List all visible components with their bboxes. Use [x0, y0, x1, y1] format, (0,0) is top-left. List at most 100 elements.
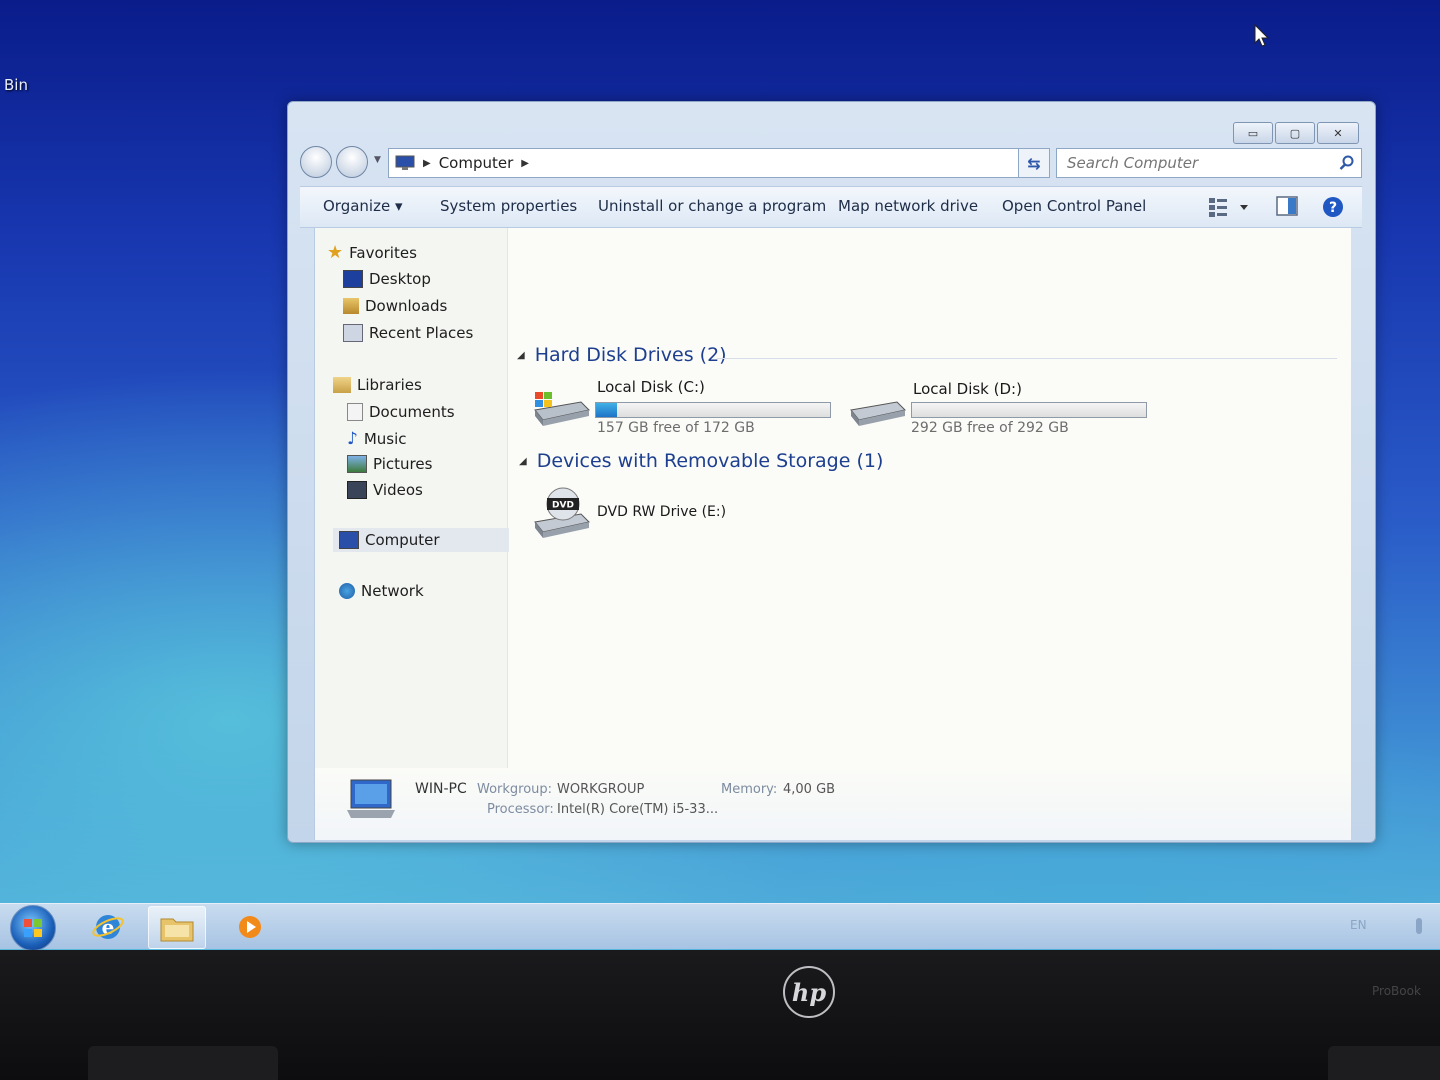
nav-pictures-label: Pictures [373, 455, 433, 473]
search-input[interactable] [1065, 153, 1329, 173]
nav-network[interactable]: Network [339, 582, 424, 600]
breadcrumb-computer[interactable]: Computer [439, 154, 514, 172]
computer-details-icon [347, 779, 395, 818]
nav-libraries[interactable]: Libraries [333, 376, 422, 394]
nav-computer[interactable]: Computer [333, 528, 509, 552]
collapse-arrow-icon[interactable]: ◢ [519, 456, 527, 467]
address-bar[interactable]: ▶ Computer ▶ ▼ [388, 148, 1036, 178]
drive-c[interactable]: Local Disk (C:) 157 GB free of 172 GB [531, 378, 841, 438]
drive-c-usage-bar [595, 402, 831, 418]
history-dropdown-icon[interactable]: ▼ [374, 155, 381, 165]
command-bar: Organize ▾ System properties Uninstall o… [300, 186, 1362, 228]
nav-documents-label: Documents [369, 403, 455, 421]
recycle-bin-label[interactable]: Bin [4, 76, 28, 94]
view-options-icon[interactable] [1208, 196, 1252, 218]
computer-icon [395, 155, 415, 170]
pictures-icon [347, 455, 367, 473]
search-box[interactable] [1056, 148, 1362, 178]
open-control-panel-button[interactable]: Open Control Panel [1002, 197, 1146, 215]
group-divider [717, 358, 1337, 359]
forward-button[interactable] [336, 146, 368, 178]
recent-places-icon [343, 324, 363, 342]
nav-desktop-label: Desktop [369, 270, 431, 288]
map-network-drive-button[interactable]: Map network drive [838, 197, 978, 215]
removable-group-header[interactable]: ◢ Devices with Removable Storage (1) [519, 450, 883, 472]
uninstall-program-button[interactable]: Uninstall or change a program [598, 197, 826, 215]
search-icon[interactable] [1339, 155, 1355, 171]
back-button[interactable] [300, 146, 332, 178]
processor-value: Intel(R) Core(TM) i5-33... [557, 802, 719, 817]
nav-recent-places[interactable]: Recent Places [343, 324, 473, 342]
nav-libraries-label: Libraries [357, 376, 422, 394]
drive-e[interactable]: DVD DVD RW Drive (E:) [531, 486, 791, 540]
nav-videos-label: Videos [373, 481, 423, 499]
help-icon[interactable]: ? [1322, 196, 1344, 218]
volume-icon[interactable] [1412, 916, 1426, 936]
music-icon: ♪ [347, 429, 358, 449]
nav-videos[interactable]: Videos [347, 481, 423, 499]
star-icon: ★ [327, 242, 344, 263]
hard-disk-group-header[interactable]: ◢ Hard Disk Drives (2) [517, 344, 727, 366]
drive-d-free-space: 292 GB free of 292 GB [911, 420, 1069, 436]
hp-logo: hp [783, 966, 835, 1018]
nav-music-label: Music [363, 430, 407, 448]
network-icon [339, 583, 355, 599]
hinge-right [1328, 1046, 1440, 1080]
nav-desktop[interactable]: Desktop [343, 270, 431, 288]
media-player-taskbar-button[interactable] [222, 906, 278, 947]
breadcrumb-arrow-icon[interactable]: ▶ [423, 158, 431, 169]
drive-e-name: DVD RW Drive (E:) [597, 504, 727, 520]
breadcrumb-arrow-icon[interactable]: ▶ [521, 158, 529, 169]
memory-value: 4,00 GB [783, 782, 836, 797]
windows-logo-icon [24, 919, 42, 937]
hard-disk-group-title: Hard Disk Drives (2) [534, 344, 727, 366]
organize-button[interactable]: Organize ▾ [323, 197, 403, 215]
nav-pictures[interactable]: Pictures [347, 455, 432, 473]
hard-drive-icon [850, 401, 907, 426]
computer-icon [339, 531, 359, 549]
libraries-icon [333, 377, 351, 393]
preview-pane-icon[interactable] [1276, 196, 1298, 216]
system-properties-button[interactable]: System properties [440, 197, 577, 215]
navigation-row: ▼ ▶ Computer ▶ ▼ ⇆ [300, 144, 1362, 178]
nav-computer-label: Computer [365, 531, 440, 549]
maximize-button[interactable]: ▢ [1275, 122, 1315, 144]
desktop-screen: Bin ▭ ▢ ✕ ▼ ▶ Computer ▶ ▼ ⇆ [0, 0, 1440, 950]
downloads-folder-icon [343, 298, 359, 314]
window-controls: ▭ ▢ ✕ [1233, 122, 1359, 144]
removable-group-title: Devices with Removable Storage (1) [536, 450, 884, 472]
collapse-arrow-icon[interactable]: ◢ [517, 350, 525, 361]
minimize-button[interactable]: ▭ [1233, 122, 1273, 144]
language-indicator[interactable]: EN [1350, 918, 1367, 932]
media-player-icon [239, 915, 261, 938]
internet-explorer-taskbar-button[interactable]: e [80, 906, 136, 947]
nav-favorites[interactable]: ★ Favorites [327, 242, 417, 263]
refresh-button[interactable]: ⇆ [1018, 148, 1050, 178]
refresh-icon: ⇆ [1027, 153, 1041, 173]
hp-logo-text: hp [791, 977, 827, 1007]
nav-recent-places-label: Recent Places [369, 324, 474, 342]
nav-music[interactable]: ♪ Music [347, 429, 407, 449]
nav-downloads-label: Downloads [365, 297, 448, 315]
drive-c-name: Local Disk (C:) [597, 378, 705, 396]
navigation-pane: ★ Favorites Desktop Downloads Recent Pla… [315, 228, 509, 768]
drive-d[interactable]: Local Disk (D:) 292 GB free of 292 GB [847, 380, 1157, 440]
hinge-left [88, 1046, 278, 1080]
drive-d-name: Local Disk (D:) [913, 380, 1022, 398]
drive-d-usage-bar [911, 402, 1147, 418]
nav-favorites-label: Favorites [349, 243, 417, 262]
workgroup-label: Workgroup: [477, 782, 553, 797]
workgroup-value: WORKGROUP [557, 782, 645, 797]
details-pane: WIN-PC Workgroup: WORKGROUP Memory: 4,00… [315, 768, 1351, 840]
desktop-icon [343, 270, 363, 288]
nav-documents[interactable]: Documents [347, 403, 455, 421]
explorer-taskbar-button[interactable] [148, 906, 206, 949]
mouse-cursor-icon [1254, 24, 1270, 47]
nav-downloads[interactable]: Downloads [343, 297, 447, 315]
start-button[interactable] [10, 905, 56, 950]
documents-icon [347, 403, 363, 421]
folder-icon [160, 918, 194, 941]
close-button[interactable]: ✕ [1317, 122, 1359, 144]
internet-explorer-icon: e [92, 914, 124, 939]
dvd-label: DVD [552, 501, 574, 511]
